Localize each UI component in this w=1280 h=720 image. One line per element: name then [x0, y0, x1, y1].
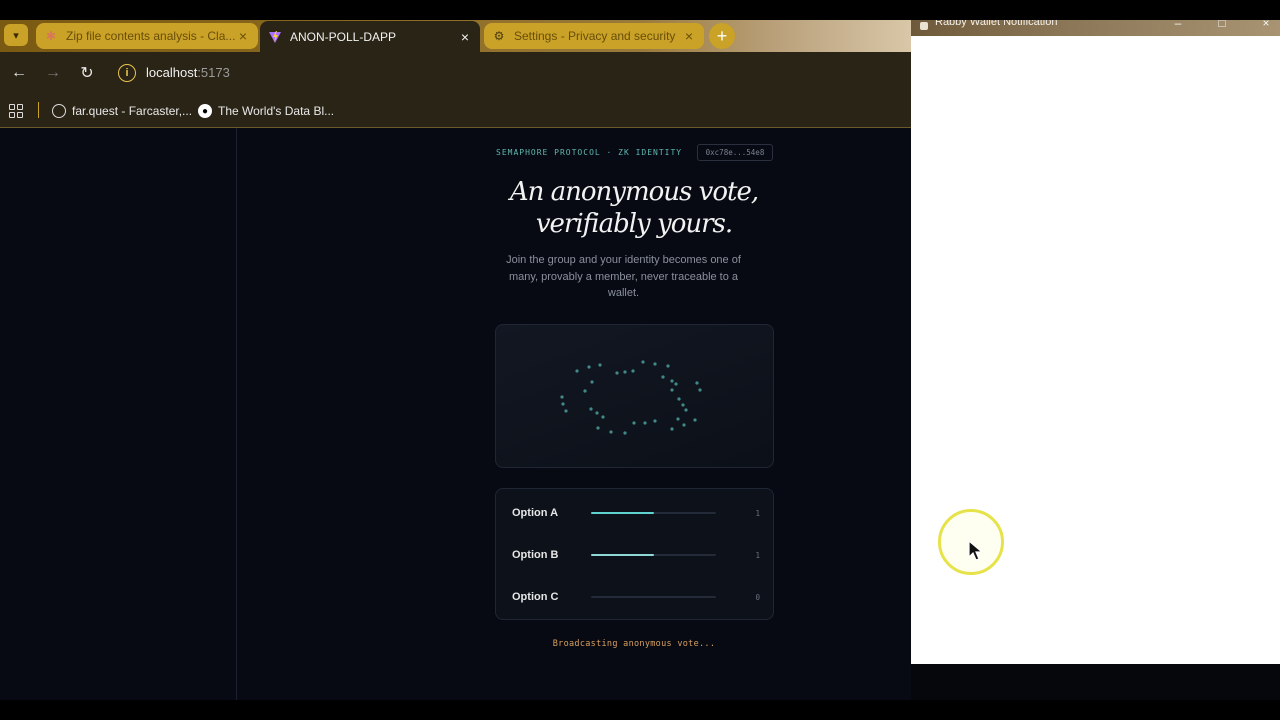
minimize-icon[interactable]: – — [1171, 20, 1185, 32]
bookmarks-bar: far.quest - Farcaster,... ● The World's … — [0, 94, 911, 128]
option-bar-track — [591, 596, 716, 598]
page-subtitle: Join the group and your identity becomes… — [506, 254, 741, 299]
wallet-address-chip[interactable]: 0xc78e...54e8 — [697, 144, 773, 161]
page-title: An anonymous vote, verifiably yours. — [496, 176, 772, 240]
poll-option-a[interactable]: Option A 1 — [512, 503, 760, 523]
tab-title: ANON-POLL-DAPP — [290, 29, 397, 44]
tab-claude[interactable]: ✱ Zip file contents analysis - Cla... × — [36, 23, 258, 49]
identity-dot-ring — [560, 360, 702, 435]
screen-top-bar — [0, 0, 1280, 20]
tab-settings[interactable]: ⚙ Settings - Privacy and security × — [484, 23, 704, 49]
close-icon[interactable]: × — [236, 28, 250, 44]
app-page: SEMAPHORE PROTOCOL · ZK IDENTITY 0xc78e.… — [0, 128, 911, 700]
option-label: Option B — [512, 549, 559, 561]
option-vote-count: 1 — [755, 550, 760, 560]
poll-option-c[interactable]: Option C 0 — [512, 587, 760, 607]
option-bar-fill — [591, 554, 654, 556]
mouse-cursor-icon — [968, 540, 984, 561]
forward-arrow-icon[interactable]: → — [42, 62, 64, 84]
reload-icon[interactable]: ↻ — [76, 62, 98, 84]
headline-line-2: verifiably yours. — [535, 209, 733, 239]
screen-bottom-bar — [0, 700, 1280, 720]
octopus-icon: ● — [198, 104, 212, 118]
url-port: :5173 — [197, 65, 230, 80]
browser-toolbar: ← → ↻ i localhost:5173 — [0, 52, 911, 94]
popup-titlebar: Rabby Wallet Notification – □ × — [911, 20, 1280, 36]
globe-icon — [52, 104, 66, 118]
poll-option-b[interactable]: Option B 1 — [512, 545, 760, 565]
vote-status-message: Broadcasting anonymous vote... — [552, 639, 716, 649]
bookmark-worlds-data[interactable]: ● The World's Data Bl... — [198, 102, 334, 120]
tab-anon-poll-dapp[interactable]: ANON-POLL-DAPP × — [260, 21, 480, 52]
tab-strip: ▾ ✱ Zip file contents analysis - Cla... … — [0, 20, 911, 52]
site-info-icon[interactable]: i — [118, 64, 136, 82]
tab-search-button[interactable]: ▾ — [4, 24, 28, 46]
claude-icon: ✱ — [45, 29, 57, 43]
rabby-icon — [920, 22, 928, 30]
close-icon[interactable]: × — [682, 28, 696, 44]
option-bar-track — [591, 554, 716, 556]
browser-window: ▾ ✱ Zip file contents analysis - Cla... … — [0, 20, 911, 700]
option-label: Option A — [512, 507, 559, 519]
option-vote-count: 1 — [755, 508, 760, 518]
gear-icon: ⚙ — [493, 29, 505, 43]
tab-title: Settings - Privacy and security — [514, 29, 676, 43]
close-icon[interactable]: × — [1259, 20, 1273, 32]
option-bar-fill — [591, 512, 654, 514]
desktop-background — [911, 664, 1280, 700]
protocol-eyebrow: SEMAPHORE PROTOCOL · ZK IDENTITY — [496, 148, 683, 157]
address-bar[interactable]: localhost:5173 — [146, 65, 230, 80]
url-host: localhost — [146, 65, 198, 80]
bookmarks-divider — [38, 102, 39, 118]
bookmark-label: The World's Data Bl... — [218, 104, 335, 118]
new-tab-button[interactable]: + — [709, 23, 735, 49]
bookmark-farquest[interactable]: far.quest - Farcaster,... — [52, 102, 192, 120]
back-arrow-icon[interactable]: ← — [8, 62, 30, 84]
option-label: Option C — [512, 591, 559, 603]
sidebar-divider — [236, 128, 237, 700]
close-icon[interactable]: × — [458, 29, 472, 45]
chevron-down-icon: ▾ — [13, 29, 19, 42]
identity-visual-card — [495, 324, 774, 468]
option-vote-count: 0 — [755, 592, 760, 602]
headline-line-1: An anonymous vote, — [509, 177, 759, 207]
tab-title: Zip file contents analysis - Cla... — [66, 29, 236, 43]
bookmark-label: far.quest - Farcaster,... — [72, 104, 193, 118]
popup-title: Rabby Wallet Notification — [935, 20, 1058, 28]
poll-results-card: Option A 1 Option B 1 Option C 0 — [495, 488, 774, 620]
option-bar-track — [591, 512, 716, 514]
vite-icon — [268, 30, 282, 44]
apps-grid-icon[interactable] — [9, 104, 23, 118]
maximize-icon[interactable]: □ — [1215, 20, 1229, 32]
